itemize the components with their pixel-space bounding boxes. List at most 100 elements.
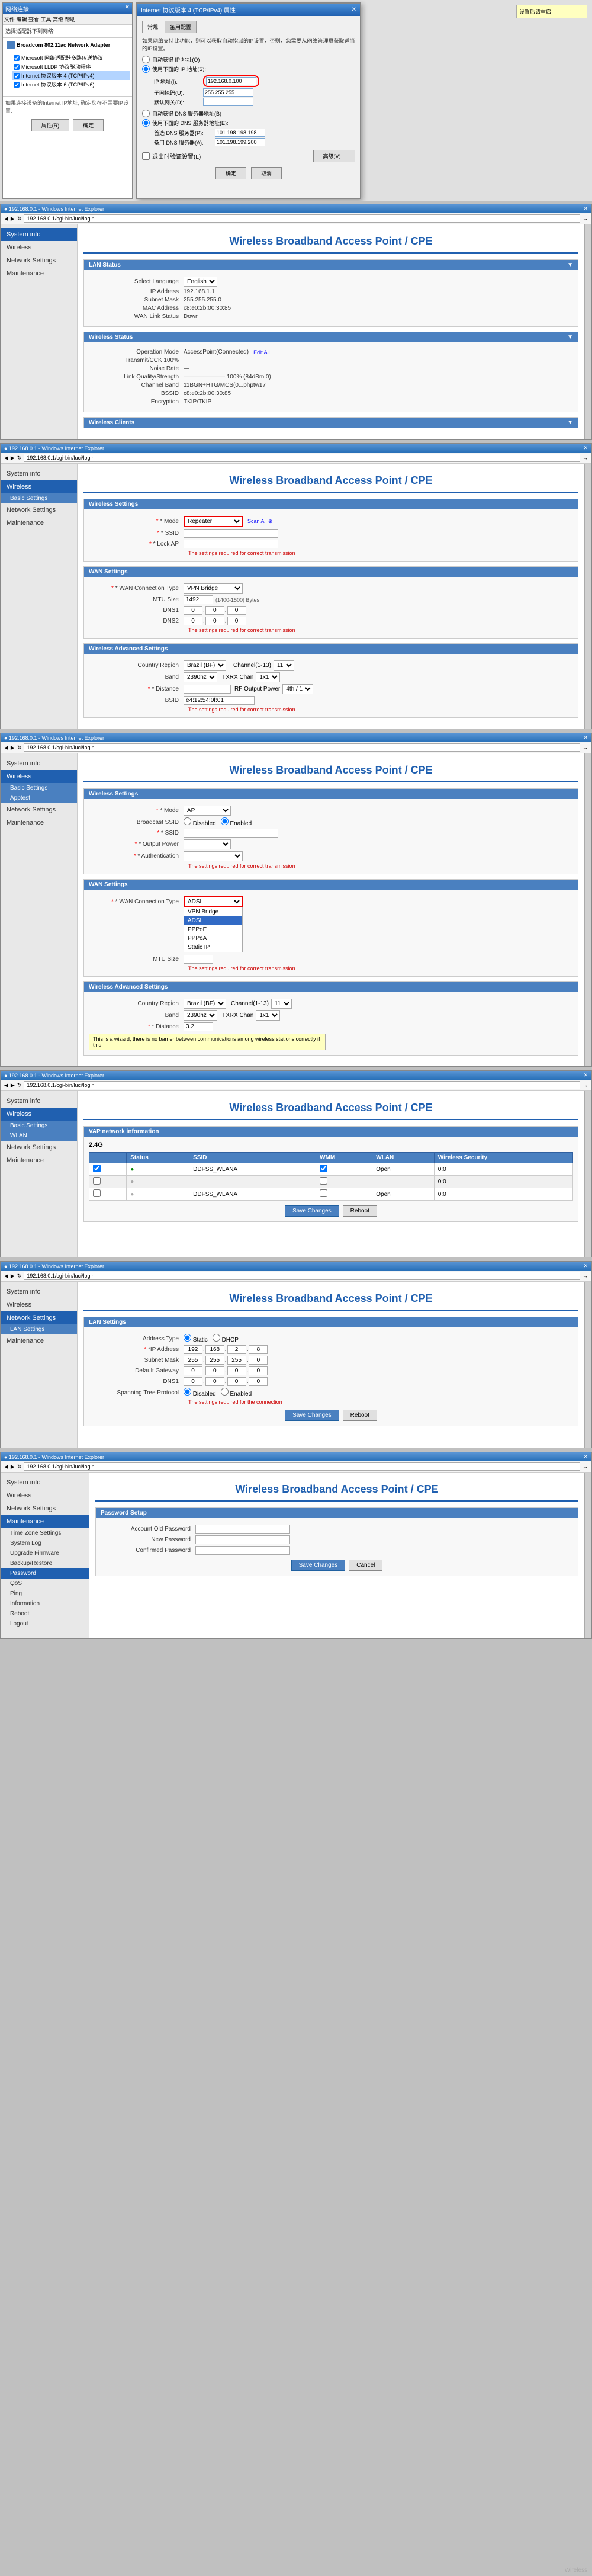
dns2-oct1[interactable]	[184, 617, 202, 625]
wan-conn-select[interactable]: VPN Bridge	[184, 583, 243, 594]
wmm-cb-1[interactable]	[320, 1165, 327, 1172]
mode-select-3[interactable]: AP	[184, 806, 231, 816]
wireless-clients-title[interactable]: Wireless Clients ▼	[84, 418, 578, 428]
preferred-dns-input[interactable]	[215, 129, 265, 137]
addr2-back[interactable]: ◀	[4, 455, 8, 461]
dist-input-2[interactable]	[184, 685, 231, 694]
wan-conn-select-3[interactable]: VPN Bridge ADSL PPPoE PPPoA Static IP	[184, 896, 243, 907]
nc-cb-2[interactable]	[14, 64, 20, 70]
nc-broadcom-item[interactable]: Broadcom 802.11ac Network Adapter	[5, 40, 130, 50]
subnet-input[interactable]	[203, 88, 253, 97]
auth-select-3[interactable]	[184, 851, 243, 861]
sidebar5-wireless[interactable]: Wireless	[1, 1298, 77, 1311]
channel-select-3[interactable]: 11	[271, 999, 292, 1009]
scroll-3[interactable]	[584, 753, 591, 1066]
sidebar2-basic[interactable]: Basic Settings	[1, 493, 77, 503]
tab-general[interactable]: 常规	[142, 21, 163, 33]
sn5-oct3[interactable]	[227, 1356, 246, 1365]
cancel-btn-6[interactable]: Cancel	[349, 1560, 382, 1571]
scroll-2[interactable]	[584, 464, 591, 729]
addr6-fwd[interactable]: ▶	[11, 1464, 15, 1470]
new-pw-input[interactable]	[195, 1535, 290, 1544]
pw-section-title[interactable]: Password Setup	[96, 1508, 578, 1518]
sidebar6-reboot[interactable]: Reboot	[1, 1609, 89, 1619]
save-btn-5[interactable]: Save Changes	[285, 1410, 339, 1421]
vap-title[interactable]: VAP network information	[84, 1127, 578, 1137]
sidebar6-info[interactable]: Information	[1, 1599, 89, 1609]
cpe-title-4-close[interactable]: ✕	[583, 1072, 588, 1079]
sn5-oct2[interactable]	[205, 1356, 224, 1365]
addr-go-btn[interactable]: →	[583, 216, 588, 222]
gateway-input[interactable]	[203, 98, 253, 106]
addrtype-dhcp-radio[interactable]	[213, 1334, 220, 1342]
sidebar6-qos[interactable]: QoS	[1, 1579, 89, 1589]
dd-item-adsl[interactable]: ADSL	[184, 916, 242, 925]
dns1-oct2[interactable]	[205, 606, 224, 615]
addr4-back[interactable]: ◀	[4, 1082, 8, 1089]
old-pw-input[interactable]	[195, 1525, 290, 1534]
reset-btn-4[interactable]: Reboot	[343, 1205, 377, 1217]
dns2-oct3[interactable]	[227, 617, 246, 625]
addr2-fwd[interactable]: ▶	[11, 455, 15, 461]
address-input-5[interactable]	[24, 1272, 580, 1280]
addr2-refresh[interactable]: ↻	[17, 455, 22, 461]
nc-item-1[interactable]: Microsoft 网络适配器多路传送协议	[12, 53, 130, 62]
dns5-oct2[interactable]	[205, 1377, 224, 1386]
sidebar4-network[interactable]: Network Settings	[1, 1141, 77, 1154]
sidebar6-system[interactable]: System info	[1, 1476, 89, 1489]
address-input-4[interactable]	[24, 1081, 580, 1089]
addr3-fwd[interactable]: ▶	[11, 745, 15, 751]
sidebar6-backup[interactable]: Backup/Restore	[1, 1558, 89, 1568]
addr4-go[interactable]: →	[583, 1082, 588, 1088]
save-btn-6[interactable]: Save Changes	[291, 1560, 346, 1571]
dns5-oct3[interactable]	[227, 1377, 246, 1386]
lang-select[interactable]: English	[184, 277, 217, 287]
alternate-dns-input[interactable]	[215, 138, 265, 146]
addr-back-btn[interactable]: ◀	[4, 216, 8, 222]
sidebar-system-info[interactable]: System info	[1, 228, 77, 241]
ip-ok-btn[interactable]: 确定	[215, 167, 246, 179]
sidebar6-timezone[interactable]: Time Zone Settings	[1, 1528, 89, 1538]
row2-cb[interactable]	[93, 1177, 101, 1185]
sidebar5-maint[interactable]: Maintenance	[1, 1334, 77, 1348]
nc-item-4[interactable]: Internet 协议版本 6 (TCP/IPv6)	[12, 80, 130, 89]
ip5-oct2[interactable]	[205, 1345, 224, 1354]
nc-cb-3[interactable]	[14, 73, 20, 79]
auto-ip-radio[interactable]	[142, 56, 150, 63]
addr3-go[interactable]: →	[583, 745, 588, 750]
wadv2-title[interactable]: Wireless Advanced Settings	[84, 644, 578, 654]
addr4-refresh[interactable]: ↻	[17, 1082, 22, 1089]
addr3-refresh[interactable]: ↻	[17, 745, 22, 751]
mtu-input-3[interactable]	[184, 955, 213, 964]
nc-properties-btn[interactable]: 属性(R)	[31, 119, 70, 131]
lan5-title[interactable]: LAN Settings	[84, 1317, 578, 1327]
dist-input-3[interactable]	[184, 1022, 213, 1031]
sidebar5-network[interactable]: Network Settings	[1, 1311, 77, 1324]
sidebar6-syslog[interactable]: System Log	[1, 1538, 89, 1548]
sidebar-network-1[interactable]: Network Settings	[1, 254, 77, 267]
sidebar2-network[interactable]: Network Settings	[1, 503, 77, 517]
gw5-oct3[interactable]	[227, 1366, 246, 1375]
edit-all-link[interactable]: Edit All	[253, 349, 270, 355]
ip-dialog-close[interactable]: ✕	[352, 7, 356, 13]
cpe-title-1-close[interactable]: ✕	[583, 206, 588, 212]
ssid-input-2[interactable]	[184, 529, 278, 538]
wadv3-title[interactable]: Wireless Advanced Settings	[84, 982, 578, 992]
wireless-status-title[interactable]: Wireless Status ▼	[84, 332, 578, 342]
dd-item-vpnb[interactable]: VPN Bridge	[184, 907, 242, 916]
ws2-title[interactable]: Wireless Settings	[84, 499, 578, 509]
addr-refresh-btn[interactable]: ↻	[17, 216, 22, 222]
sidebar4-wlan[interactable]: WLAN	[1, 1131, 77, 1141]
row3-cb[interactable]	[93, 1189, 101, 1197]
country-select-3[interactable]: Brazil (BF)	[184, 999, 226, 1009]
auto-dns-radio[interactable]	[142, 110, 150, 117]
dns1-oct3[interactable]	[227, 606, 246, 615]
addr5-fwd[interactable]: ▶	[11, 1273, 15, 1279]
spanning-disabled-radio[interactable]	[184, 1388, 191, 1396]
wan2-title[interactable]: WAN Settings	[84, 567, 578, 577]
static-dns-radio[interactable]	[142, 119, 150, 127]
ip-address-input[interactable]	[206, 77, 256, 85]
addr4-fwd[interactable]: ▶	[11, 1082, 15, 1089]
ws3-title[interactable]: Wireless Settings	[84, 789, 578, 799]
td-cb-2[interactable]	[89, 1176, 127, 1188]
